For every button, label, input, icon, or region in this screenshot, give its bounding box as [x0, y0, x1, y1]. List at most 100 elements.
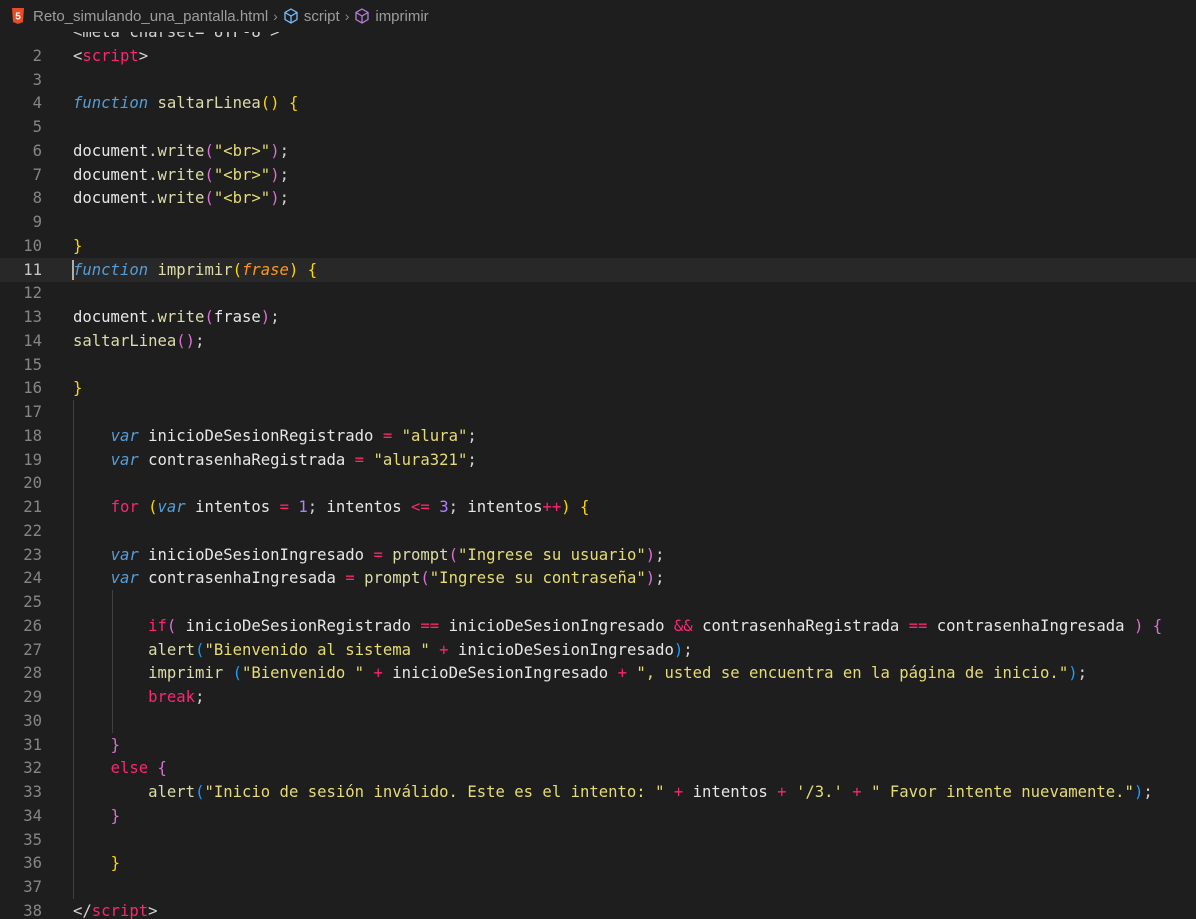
code-line[interactable]: 4 function saltarLinea() {: [0, 91, 1196, 115]
code-token: ): [1133, 616, 1144, 635]
code-line[interactable]: 2 <script>: [0, 44, 1196, 68]
code-text: alert("Inicio de sesión inválido. Este e…: [73, 780, 1153, 804]
code-line[interactable]: 10}: [0, 234, 1196, 258]
breadcrumb-imprimir[interactable]: imprimir: [375, 8, 428, 25]
code-line[interactable]: 23 var inicioDeSesionIngresado = prompt(…: [0, 543, 1196, 567]
code-token: function: [73, 260, 149, 279]
code-token: "Inicio de sesión inválido. Este es el i…: [204, 783, 665, 801]
code-line[interactable]: 9: [0, 210, 1196, 234]
code-token: imprimir: [148, 664, 224, 683]
code-line[interactable]: 7 document.write("<br>");: [0, 163, 1196, 187]
code-token: inicioDeSesionIngresado: [392, 664, 609, 683]
code-line[interactable]: 18 var inicioDeSesionRegistrado = "alura…: [0, 424, 1196, 448]
code-token: {: [288, 94, 299, 113]
code-token: "Ingrese su contraseña": [429, 569, 646, 588]
code-line[interactable]: 19 var contrasenhaRegistrada = "alura321…: [0, 448, 1196, 472]
code-line[interactable]: <meta charset="UTF-8">: [0, 32, 1196, 44]
code-line[interactable]: 3: [0, 68, 1196, 92]
code-token: (: [204, 141, 214, 160]
code-line[interactable]: 20: [0, 471, 1196, 495]
code-line[interactable]: 29 break;: [0, 685, 1196, 709]
code-token: .: [148, 141, 158, 160]
code-token: document: [73, 165, 149, 184]
code-line[interactable]: 26 if( inicioDeSesionRegistrado == inici…: [0, 614, 1196, 638]
code-line[interactable]: 37: [0, 875, 1196, 899]
line-number: 38: [23, 901, 42, 919]
code-line[interactable]: 24 var contrasenhaIngresada = prompt("In…: [0, 566, 1196, 590]
svg-text:5: 5: [15, 12, 21, 23]
code-line[interactable]: 15: [0, 353, 1196, 377]
line-number: 20: [23, 474, 42, 493]
code-text: }: [73, 804, 120, 828]
code-token: +: [439, 640, 449, 659]
code-line[interactable]: 6 document.write("<br>");: [0, 139, 1196, 163]
code-line[interactable]: 17: [0, 400, 1196, 424]
code-line[interactable]: 21 for (var intentos = 1; intentos <= 3;…: [0, 495, 1196, 519]
code-editor[interactable]: <meta charset="UTF-8"> 2 <script> 3 4 functio…: [0, 32, 1196, 919]
code-line[interactable]: 35: [0, 828, 1196, 852]
code-line[interactable]: 5: [0, 115, 1196, 139]
code-token: ;: [279, 141, 289, 160]
code-text: document.write("<br>");: [73, 186, 289, 210]
code-token: '/3.': [795, 783, 843, 801]
code-token: intentos: [326, 498, 402, 516]
code-line[interactable]: 31 }: [0, 733, 1196, 757]
code-line[interactable]: 25: [0, 590, 1196, 614]
code-line[interactable]: 28 imprimir ("Bienvenido " + inicioDeSes…: [0, 661, 1196, 685]
breadcrumb-script[interactable]: script: [304, 8, 340, 25]
code-text: }: [73, 733, 120, 757]
code-line[interactable]: 11 function imprimir(frase) {: [0, 257, 1196, 282]
code-token: "<br>": [213, 165, 271, 184]
code-line[interactable]: 32 else {: [0, 756, 1196, 780]
code-token: var: [110, 426, 139, 445]
code-token: ): [270, 165, 280, 184]
code-line[interactable]: 12: [0, 281, 1196, 305]
code-token: "<br>": [213, 141, 271, 160]
code-token: write: [157, 165, 205, 184]
code-token: (: [166, 616, 177, 635]
line-number: 30: [23, 711, 42, 730]
code-token: "Ingrese su usuario": [457, 545, 646, 564]
code-token: ): [673, 640, 684, 659]
line-number: 32: [23, 759, 42, 778]
code-text: var contrasenhaIngresada = prompt("Ingre…: [73, 566, 665, 590]
code-token: contrasenhaRegistrada: [148, 450, 346, 469]
code-text: var contrasenhaRegistrada = "alura321";: [73, 448, 477, 472]
code-line[interactable]: 30: [0, 709, 1196, 733]
code-line[interactable]: 8 document.write("<br>");: [0, 186, 1196, 210]
code-token: </: [73, 901, 92, 919]
indent-guide: [73, 400, 74, 899]
code-token: ;: [1143, 783, 1153, 801]
code-line[interactable]: 36 }: [0, 851, 1196, 875]
code-line[interactable]: 38 </script>: [0, 899, 1196, 919]
code-token: write: [157, 189, 205, 208]
code-token: +: [777, 783, 787, 801]
code-token: ;: [307, 498, 327, 516]
code-line[interactable]: 16}: [0, 376, 1196, 400]
code-line[interactable]: 34 }: [0, 804, 1196, 828]
breadcrumb-file[interactable]: Reto_simulando_una_pantalla.html: [33, 8, 268, 25]
code-line[interactable]: 13 document.write(frase);: [0, 305, 1196, 329]
code-token: write: [157, 141, 205, 160]
code-line[interactable]: 33 alert("Inicio de sesión inválido. Est…: [0, 780, 1196, 804]
code-line[interactable]: 14 saltarLinea();: [0, 329, 1196, 353]
code-token: contrasenhaIngresada: [936, 616, 1125, 635]
code-line[interactable]: 22: [0, 519, 1196, 543]
code-token: (: [204, 189, 214, 208]
code-line[interactable]: 27 alert("Bienvenido al sistema " + inic…: [0, 638, 1196, 662]
